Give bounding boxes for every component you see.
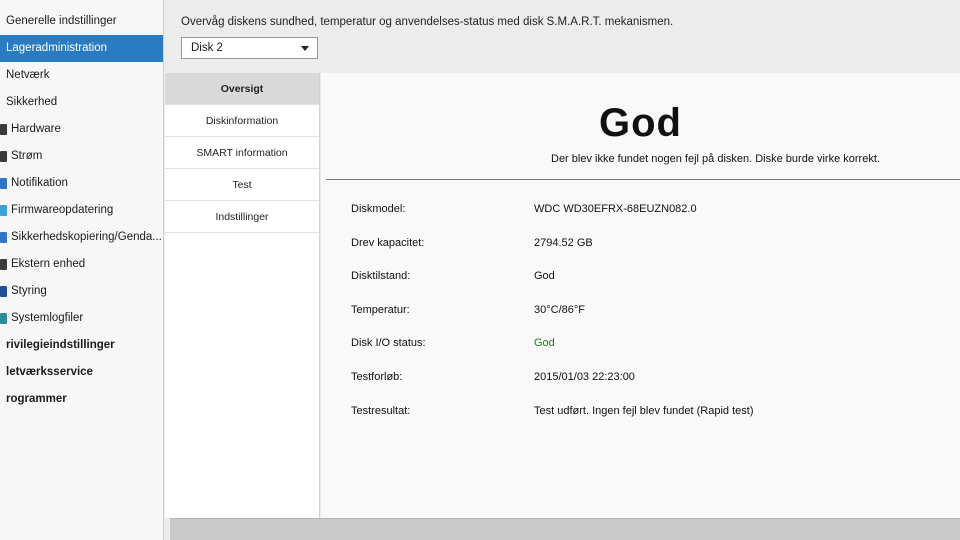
detail-value: 2794.52 GB: [534, 236, 593, 249]
sidebar-item-label: Generelle indstillinger: [6, 15, 117, 27]
tab-smart-information[interactable]: SMART information: [165, 137, 319, 169]
sidebar-item-label: rivilegieindstillinger: [6, 339, 115, 351]
health-status-message: Der blev ikke fundet nogen fejl på diske…: [551, 153, 880, 165]
notification-icon: [0, 178, 7, 189]
bottom-bar: [170, 518, 960, 540]
sidebar-item-10[interactable]: Styring: [0, 278, 163, 305]
sidebar-item-11[interactable]: Systemlogfiler: [0, 305, 163, 332]
detail-value: Test udført. Ingen fejl blev fundet (Rap…: [534, 404, 754, 417]
sidebar-item-7[interactable]: Firmwareopdatering: [0, 197, 163, 224]
overview-panel: God Der blev ikke fundet nogen fejl på d…: [321, 73, 960, 518]
detail-label: Temperatur:: [351, 303, 410, 316]
sidebar-item-13[interactable]: letværksservice: [0, 359, 163, 386]
health-status-title: God: [599, 101, 682, 145]
divider: [326, 179, 960, 180]
detail-value: 2015/01/03 22:23:00: [534, 370, 635, 383]
detail-value: God: [534, 337, 555, 350]
detail-label: Testforløb:: [351, 370, 403, 383]
smart-tabs: Oversigt Diskinformation SMART informati…: [165, 73, 320, 518]
app-window: Generelle indstillinger Lageradministrati…: [0, 0, 960, 540]
hardware-icon: [0, 124, 7, 135]
detail-row-state: Disktilstand: God: [351, 268, 951, 302]
detail-label: Disktilstand:: [351, 270, 411, 283]
sidebar-item-label: Ekstern enhed: [11, 258, 86, 270]
tab-indstillinger[interactable]: Indstillinger: [165, 201, 319, 233]
chevron-down-icon: [301, 46, 309, 51]
sidebar-item-4[interactable]: Hardware: [0, 116, 163, 143]
sidebar-item-5[interactable]: Strøm: [0, 143, 163, 170]
sidebar-item-label: Sikkerhed: [6, 96, 58, 108]
external-device-icon: [0, 259, 7, 270]
disk-select-value: Disk 2: [191, 42, 223, 54]
sidebar-item-8[interactable]: Sikkerhedskopiering/Genda...: [0, 224, 163, 251]
sidebar-item-3[interactable]: Sikkerhed: [0, 89, 163, 116]
log-icon: [0, 313, 7, 324]
sidebar-list: Generelle indstillinger Lageradministrati…: [0, 8, 163, 413]
sidebar-item-14[interactable]: rogrammer: [0, 386, 163, 413]
sidebar-item-12[interactable]: rivilegieindstillinger: [0, 332, 163, 359]
power-icon: [0, 151, 7, 162]
detail-row-model: Diskmodel: WDC WD30EFRX-68EUZN082.0: [351, 201, 951, 235]
sidebar-item-label: Lageradministration: [6, 42, 108, 54]
sidebar-item-0[interactable]: Generelle indstillinger: [0, 8, 163, 35]
sidebar-item-label: Strøm: [11, 150, 43, 162]
sidebar-item-6[interactable]: Notifikation: [0, 170, 163, 197]
detail-label: Disk I/O status:: [351, 337, 426, 350]
detail-label: Drev kapacitet:: [351, 236, 425, 249]
detail-label: Testresultat:: [351, 404, 411, 417]
sidebar-item-9[interactable]: Ekstern enhed: [0, 251, 163, 278]
detail-label: Diskmodel:: [351, 203, 406, 215]
detail-value: God: [534, 270, 555, 283]
sidebar-item-label: Styring: [11, 285, 47, 297]
control-icon: [0, 286, 7, 297]
backup-icon: [0, 232, 7, 243]
tab-diskinformation[interactable]: Diskinformation: [165, 105, 319, 137]
sidebar-item-1[interactable]: Lageradministration: [0, 35, 163, 62]
sidebar-item-label: Firmwareopdatering: [11, 204, 114, 216]
detail-value: 30°C/86°F: [534, 303, 585, 316]
detail-row-temperature: Temperatur: 30°C/86°F: [351, 302, 951, 336]
disk-details: Diskmodel: WDC WD30EFRX-68EUZN082.0 Drev…: [351, 201, 951, 436]
firmware-icon: [0, 205, 7, 216]
sidebar-item-label: Notifikation: [11, 177, 68, 189]
disk-select-dropdown[interactable]: Disk 2: [181, 37, 318, 59]
sidebar-item-label: Sikkerhedskopiering/Genda...: [11, 231, 162, 243]
sidebar-item-label: Systemlogfiler: [11, 312, 84, 324]
detail-row-test-time: Testforløb: 2015/01/03 22:23:00: [351, 369, 951, 403]
detail-row-capacity: Drev kapacitet: 2794.52 GB: [351, 235, 951, 269]
sidebar-item-cut-off: [0, 0, 163, 8]
detail-row-test-result: Testresultat: Test udført. Ingen fejl bl…: [351, 403, 951, 437]
sidebar-item-2[interactable]: Netværk: [0, 62, 163, 89]
sidebar-item-label: Netværk: [6, 69, 50, 81]
tab-oversigt[interactable]: Oversigt: [165, 73, 319, 105]
tab-test[interactable]: Test: [165, 169, 319, 201]
sidebar-item-label: Hardware: [11, 123, 61, 135]
detail-value: WDC WD30EFRX-68EUZN082.0: [534, 203, 697, 215]
page-description: Overvåg diskens sundhed, temperatur og a…: [181, 16, 674, 28]
sidebar-item-label: letværksservice: [6, 366, 93, 378]
settings-sidebar: Generelle indstillinger Lageradministrati…: [0, 0, 164, 540]
sidebar-item-label: rogrammer: [6, 393, 67, 405]
detail-row-io-status: Disk I/O status: God: [351, 335, 951, 369]
